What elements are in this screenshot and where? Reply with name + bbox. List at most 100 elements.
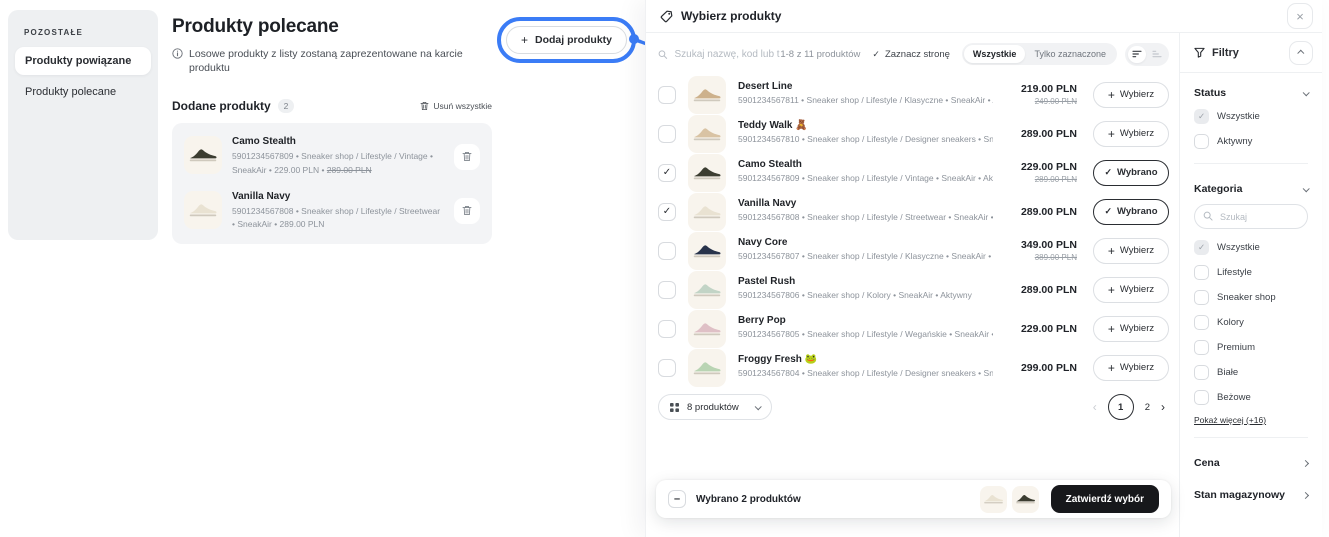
sort-descending-icon[interactable] [1148, 46, 1166, 63]
close-button[interactable]: × [1287, 3, 1313, 29]
product-meta: 5901234567805 • Sneaker shop / Lifestyle… [738, 328, 993, 341]
price-column: 299.00 PLN [1005, 362, 1077, 374]
product-row[interactable]: ✓ Camo Stealth 5901234567809 • Sneaker s… [658, 153, 1169, 192]
selection-bar: – Wybrano 2 produktów [656, 480, 1171, 518]
row-checkbox[interactable]: ✓ [658, 242, 676, 260]
filter-option[interactable]: ✓ Lifestyle [1194, 260, 1308, 285]
toggle-all[interactable]: Wszystkie [964, 45, 1026, 63]
chevron-down-icon [754, 403, 761, 410]
sidebar-items: Produkty powiązane Produkty polecane [15, 47, 151, 106]
filter-checkbox[interactable]: ✓ [1194, 365, 1209, 380]
confirm-button[interactable]: Zatwierdź wybór [1051, 485, 1159, 513]
filter-option[interactable]: ✓ Beżowe [1194, 385, 1308, 410]
filter-checkbox[interactable]: ✓ [1194, 390, 1209, 405]
added-products-list: Camo Stealth 5901234567809 • Sneaker sho… [172, 123, 492, 244]
check-icon: ✓ [1104, 206, 1112, 217]
filters-panel: Filtry Status ✓ Wszystkie [1179, 33, 1322, 537]
filter-option[interactable]: ✓ Białe [1194, 360, 1308, 385]
filter-checkbox[interactable]: ✓ [1194, 134, 1209, 149]
select-button[interactable]: +Wybierz [1093, 277, 1169, 303]
next-page-button[interactable]: › [1161, 400, 1165, 414]
row-checkbox[interactable]: ✓ [658, 164, 676, 182]
remove-all-button[interactable]: Usuń wszystkie [420, 101, 492, 111]
product-info: Vanilla Navy 5901234567808 • Sneaker sho… [232, 191, 444, 231]
filter-option-label: Lifestyle [1217, 267, 1252, 278]
selection-count-label: Wybrano 2 produktów [696, 494, 801, 505]
search-icon [658, 49, 668, 60]
add-products-area: + Dodaj produkty [506, 26, 627, 54]
plus-icon: + [1108, 323, 1115, 335]
info-row: Losowe produkty z listy zostaną zaprezen… [172, 47, 492, 75]
price-column: 289.00 PLN [1005, 206, 1077, 218]
selected-button-label: Wybrano [1117, 206, 1157, 217]
chevron-down-icon [1303, 89, 1310, 96]
filter-section-status[interactable]: Status [1194, 77, 1308, 104]
sidebar-item[interactable]: Produkty powiązane [15, 47, 151, 75]
filter-option-label: Białe [1217, 367, 1238, 378]
select-page-button[interactable]: ✓Zaznacz stronę [872, 49, 950, 60]
select-button[interactable]: +Wybierz [1093, 82, 1169, 108]
product-price: 299.00 PLN [1005, 362, 1077, 374]
prev-page-button[interactable]: ‹ [1093, 400, 1097, 414]
filter-option[interactable]: ✓ Kolory [1194, 310, 1308, 335]
sort-ascending-icon[interactable] [1128, 46, 1146, 63]
product-row[interactable]: ✓ Berry Pop 5901234567805 • Sneaker shop… [658, 309, 1169, 348]
product-row[interactable]: ✓ Froggy Fresh 🐸 5901234567804 • Sneaker… [658, 348, 1169, 387]
search-input[interactable] [675, 49, 781, 60]
delete-product-button[interactable] [454, 144, 480, 170]
row-checkbox[interactable]: ✓ [658, 359, 676, 377]
row-checkbox[interactable]: ✓ [658, 281, 676, 299]
selected-button[interactable]: ✓ Wybrano [1093, 199, 1169, 225]
filter-checkbox[interactable]: ✓ [1194, 340, 1209, 355]
toggle-selected-only[interactable]: Tylko zaznaczone [1025, 45, 1115, 63]
filter-option[interactable]: ✓ Wszystkie [1194, 235, 1308, 260]
row-checkbox[interactable]: ✓ [658, 320, 676, 338]
filter-checkbox[interactable]: ✓ [1194, 315, 1209, 330]
filter-option-label: Kolory [1217, 317, 1244, 328]
page-button-2[interactable]: 2 [1145, 402, 1150, 413]
product-row[interactable]: ✓ Navy Core 5901234567807 • Sneaker shop… [658, 231, 1169, 270]
price-column: 229.00 PLN 289.00 PLN [1005, 161, 1077, 184]
filter-option[interactable]: ✓ Aktywny [1194, 129, 1308, 154]
product-thumbnail [688, 193, 726, 231]
select-button[interactable]: +Wybierz [1093, 355, 1169, 381]
filter-checkbox[interactable]: ✓ [1194, 290, 1209, 305]
select-button[interactable]: +Wybierz [1093, 238, 1169, 264]
filter-option[interactable]: ✓ Sneaker shop [1194, 285, 1308, 310]
filter-checkbox[interactable]: ✓ [1194, 240, 1209, 255]
selection-checkbox[interactable]: – [668, 490, 686, 508]
chevron-right-icon [1302, 459, 1309, 466]
selected-product-thumbnail [980, 486, 1007, 513]
row-checkbox[interactable]: ✓ [658, 86, 676, 104]
selected-button[interactable]: ✓Wybrano [1093, 160, 1169, 186]
added-count-badge: 2 [278, 99, 295, 113]
sidebar-item[interactable]: Produkty polecane [15, 78, 151, 106]
filter-section-stock[interactable]: Stan magazynowy [1194, 479, 1308, 511]
select-button[interactable]: +Wybierz [1093, 121, 1169, 147]
filter-checkbox[interactable]: ✓ [1194, 265, 1209, 280]
per-page-dropdown[interactable]: 8 produktów [658, 394, 772, 420]
product-row[interactable]: ✓ Desert Line 5901234567811 • Sneaker sh… [658, 75, 1169, 114]
sort-control[interactable] [1125, 43, 1169, 66]
delete-product-button[interactable] [454, 198, 480, 224]
row-checkbox[interactable]: ✓ [658, 125, 676, 143]
filter-checkbox[interactable]: ✓ [1194, 109, 1209, 124]
row-checkbox[interactable]: ✓ [658, 203, 676, 221]
check-icon: ✓ [663, 206, 671, 217]
filters-header: Filtry [1180, 33, 1322, 73]
product-info: Teddy Walk 🧸 5901234567810 • Sneaker sho… [738, 120, 993, 146]
filter-section-price[interactable]: Cena [1194, 447, 1308, 479]
page-button-1[interactable]: 1 [1108, 394, 1134, 420]
product-row[interactable]: ✓ Teddy Walk 🧸 5901234567810 • Sneaker s… [658, 114, 1169, 153]
product-price: 289.00 PLN [1005, 128, 1077, 140]
product-row[interactable]: ✓ Vanilla Navy 5901234567808 • Sneaker s… [658, 192, 1169, 231]
show-more-link[interactable]: Pokaż więcej (+16) [1194, 415, 1266, 425]
filter-option[interactable]: ✓ Wszystkie [1194, 104, 1308, 129]
price-column: 349.00 PLN 389.00 PLN [1005, 239, 1077, 262]
select-button[interactable]: +Wybierz [1093, 316, 1169, 342]
product-row[interactable]: ✓ Pastel Rush 5901234567806 • Sneaker sh… [658, 270, 1169, 309]
add-products-button[interactable]: + Dodaj produkty [506, 26, 627, 54]
collapse-filters-button[interactable] [1289, 41, 1313, 65]
filter-section-category[interactable]: Kategoria [1194, 173, 1308, 200]
filter-option[interactable]: ✓ Premium [1194, 335, 1308, 360]
